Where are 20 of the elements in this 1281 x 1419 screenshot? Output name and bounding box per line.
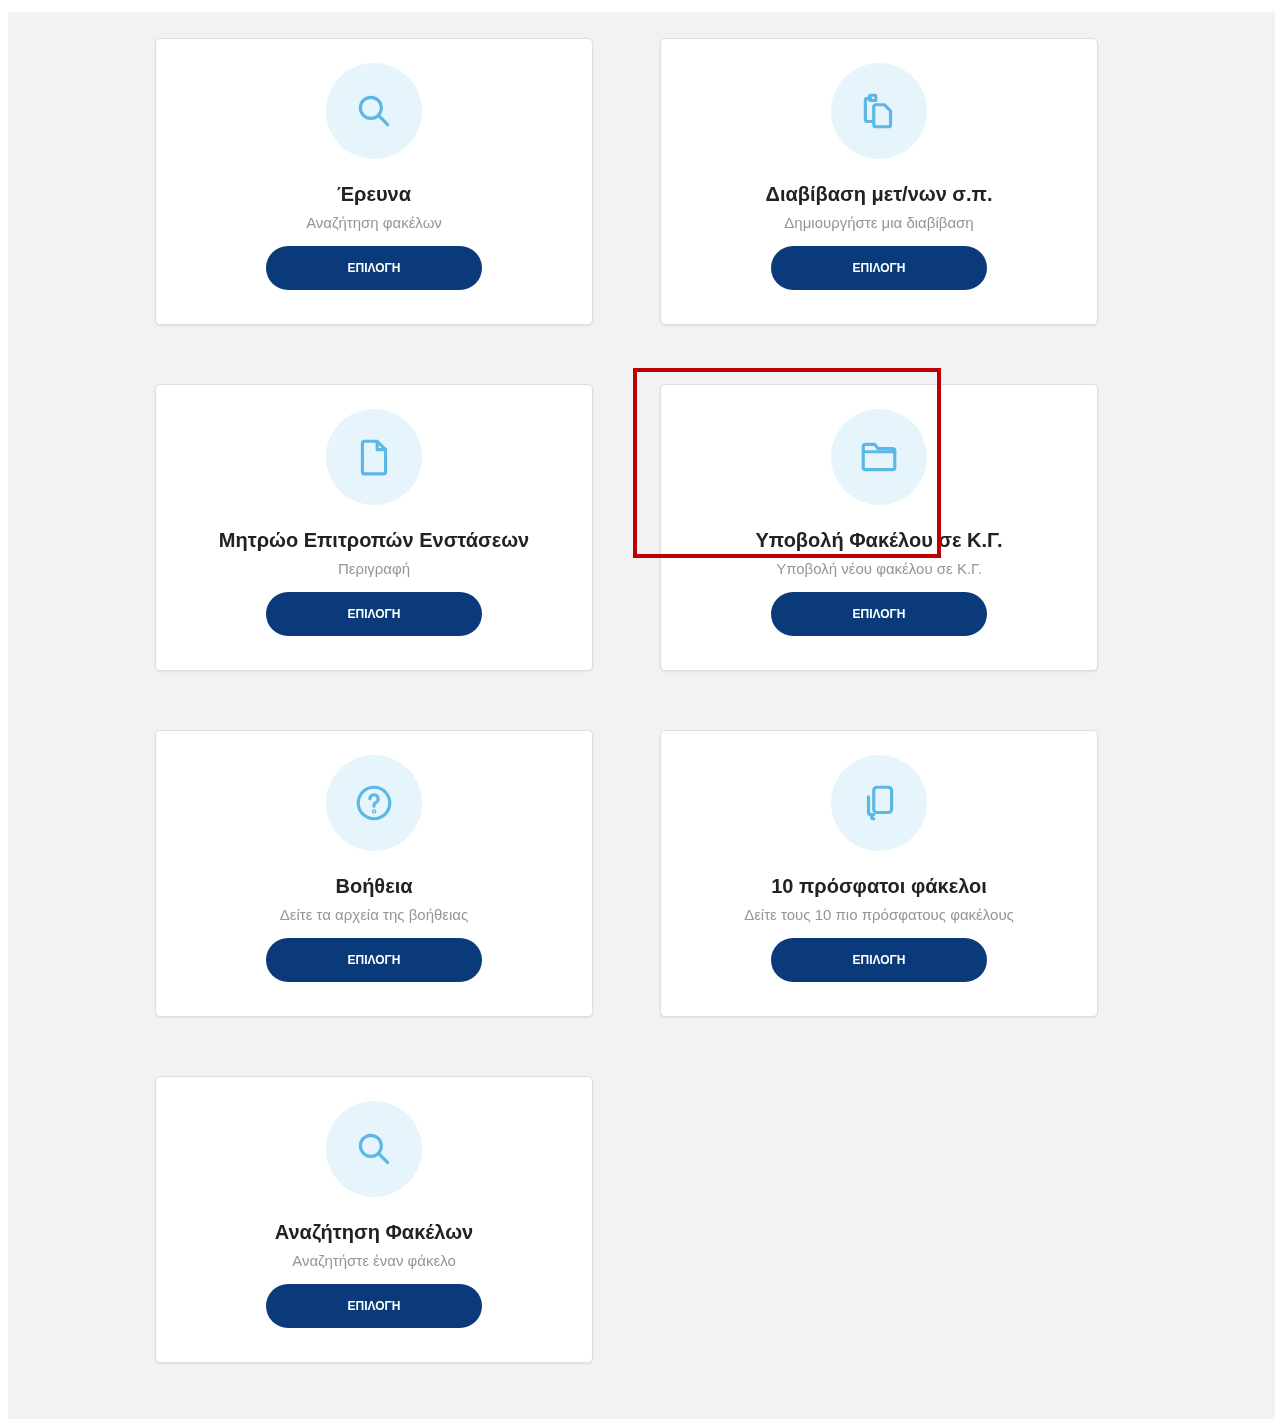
- select-button[interactable]: ΕΠΙΛΟΓΗ: [771, 938, 987, 982]
- card-title: Διαβίβαση μετ/νων σ.π.: [765, 183, 993, 206]
- card-description: Δημιουργήστε μια διαβίβαση: [784, 214, 974, 231]
- select-button[interactable]: ΕΠΙΛΟΓΗ: [266, 592, 482, 636]
- select-button[interactable]: ΕΠΙΛΟΓΗ: [266, 246, 482, 290]
- card-title: Μητρώο Επιτροπών Ενστάσεων: [218, 529, 530, 552]
- select-button[interactable]: ΕΠΙΛΟΓΗ: [771, 246, 987, 290]
- card-description: Υποβολή νέου φακέλου σε Κ.Γ.: [776, 560, 982, 577]
- card-description: Περιγραφή: [337, 560, 411, 577]
- card-description: Δείτε τους 10 πιο πρόσφατους φακέλους: [744, 906, 1014, 923]
- card-description: Αναζητήστε έναν φάκελο: [292, 1252, 456, 1269]
- card-description: Αναζήτηση φακέλων: [306, 214, 442, 231]
- select-button[interactable]: ΕΠΙΛΟΓΗ: [266, 938, 482, 982]
- card-title: 10 πρόσφατοι φάκελοι: [771, 875, 987, 898]
- select-button[interactable]: ΕΠΙΛΟΓΗ: [266, 1284, 482, 1328]
- card-title: Βοήθεια: [335, 875, 413, 898]
- card-title: Αναζήτηση Φακέλων: [274, 1221, 474, 1244]
- card-description: Δείτε τα αρχεία της βοήθειας: [279, 906, 469, 923]
- select-button[interactable]: ΕΠΙΛΟΓΗ: [771, 592, 987, 636]
- card-title: Έρευνα: [337, 183, 411, 206]
